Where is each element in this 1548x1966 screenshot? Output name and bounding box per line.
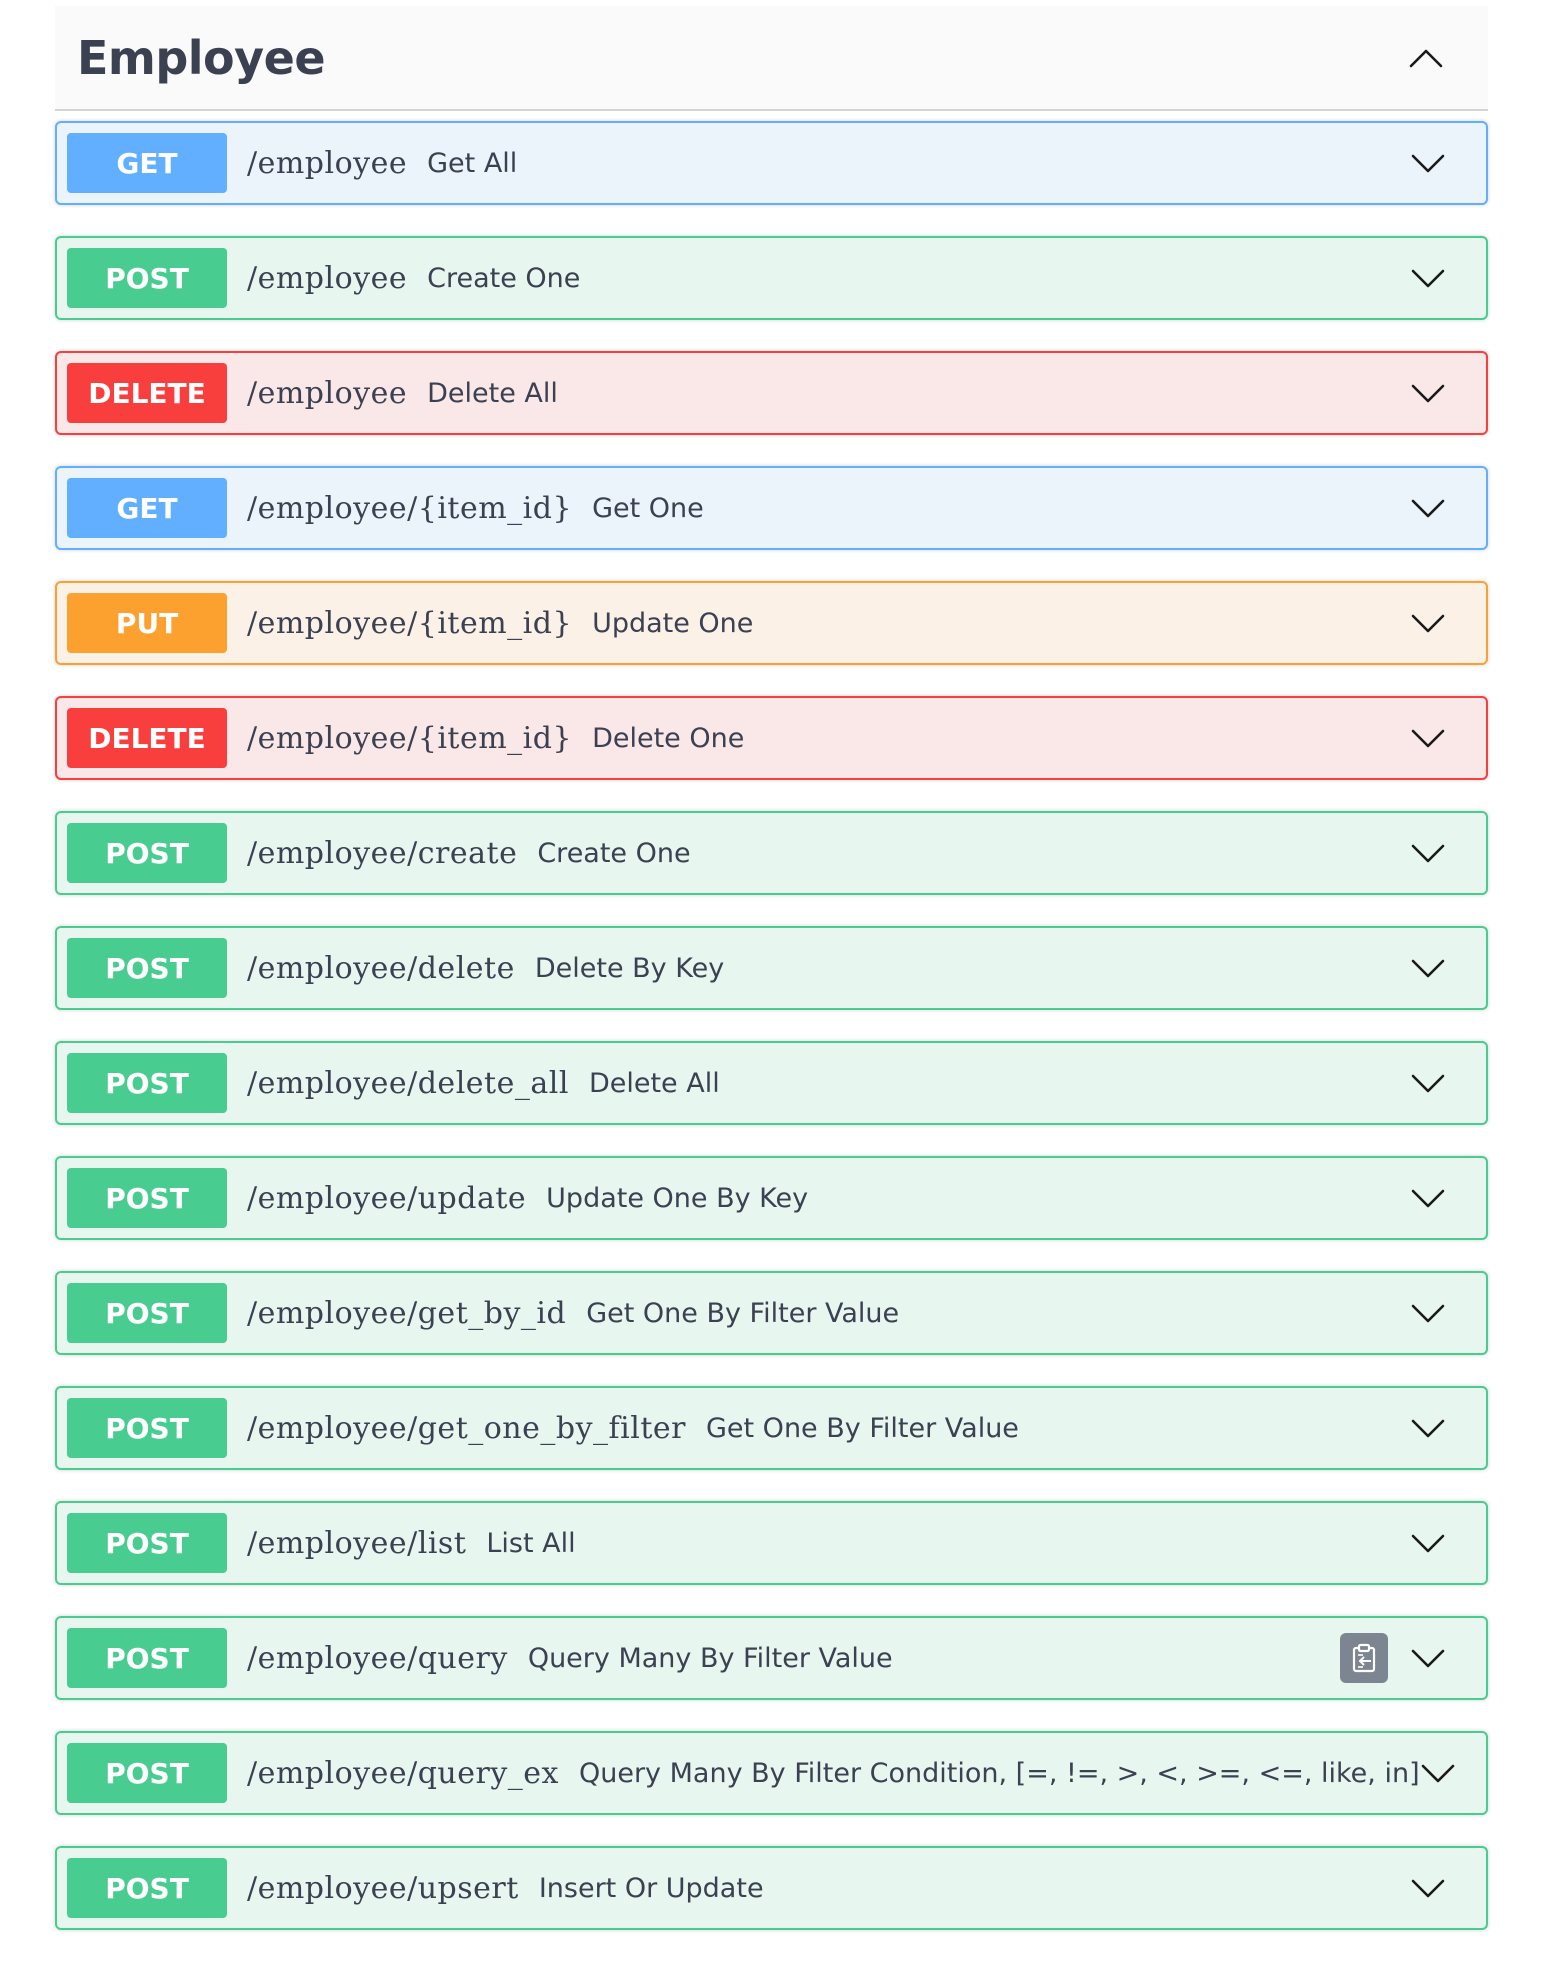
method-badge: POST: [67, 1513, 227, 1573]
method-badge: POST: [67, 1628, 227, 1688]
operation-summary: Get One By Filter Value: [586, 1297, 900, 1329]
operation-row[interactable]: POST /employee Create One: [55, 236, 1488, 320]
chevron-down-icon[interactable]: [1410, 1186, 1446, 1210]
operation-path: /employee/delete: [247, 950, 515, 986]
operation-summary: Create One: [427, 262, 581, 294]
operation-path: /employee/get_by_id: [247, 1295, 567, 1331]
operation-path: /employee/{item_id}: [247, 720, 573, 756]
chevron-down-icon[interactable]: [1420, 1761, 1456, 1785]
operation-summary: Update One: [592, 607, 754, 639]
operation-summary: Delete All: [427, 377, 558, 409]
method-badge: POST: [67, 1743, 227, 1803]
operation-row[interactable]: GET /employee/{item_id} Get One: [55, 466, 1488, 550]
operation-row[interactable]: POST /employee/delete Delete By Key: [55, 926, 1488, 1010]
operation-row[interactable]: POST /employee/create Create One: [55, 811, 1488, 895]
operation-row[interactable]: POST /employee/query_ex Query Many By Fi…: [55, 1731, 1488, 1815]
method-badge: POST: [67, 938, 227, 998]
section-header[interactable]: Employee: [55, 6, 1488, 111]
chevron-down-icon[interactable]: [1410, 1876, 1446, 1900]
method-badge: POST: [67, 1053, 227, 1113]
chevron-down-icon[interactable]: [1410, 266, 1446, 290]
operation-row[interactable]: POST /employee/query Query Many By Filte…: [55, 1616, 1488, 1700]
chevron-down-icon[interactable]: [1410, 726, 1446, 750]
operation-summary: Get All: [427, 147, 518, 179]
operation-path: /employee: [247, 375, 408, 411]
method-badge: POST: [67, 1168, 227, 1228]
operation-row[interactable]: POST /employee/get_one_by_filter Get One…: [55, 1386, 1488, 1470]
operation-summary: Insert Or Update: [538, 1872, 764, 1904]
chevron-down-icon[interactable]: [1410, 956, 1446, 980]
chevron-down-icon[interactable]: [1410, 1301, 1446, 1325]
chevron-down-icon[interactable]: [1410, 611, 1446, 635]
method-badge: GET: [67, 133, 227, 193]
operation-path: /employee/update: [247, 1180, 527, 1216]
chevron-down-icon[interactable]: [1410, 496, 1446, 520]
operation-summary: List All: [486, 1527, 576, 1559]
chevron-down-icon[interactable]: [1410, 1646, 1446, 1670]
operation-row[interactable]: DELETE /employee Delete All: [55, 351, 1488, 435]
operation-path: /employee/upsert: [247, 1870, 519, 1906]
operation-row[interactable]: GET /employee Get All: [55, 121, 1488, 205]
operation-summary: Create One: [537, 837, 691, 869]
operation-path: /employee/get_one_by_filter: [247, 1410, 686, 1446]
method-badge: POST: [67, 823, 227, 883]
method-badge: POST: [67, 1283, 227, 1343]
operation-row[interactable]: POST /employee/update Update One By Key: [55, 1156, 1488, 1240]
operation-path: /employee/{item_id}: [247, 605, 573, 641]
operation-path: /employee/query_ex: [247, 1755, 559, 1791]
operation-summary: Query Many By Filter Value: [527, 1642, 893, 1674]
operation-row[interactable]: PUT /employee/{item_id} Update One: [55, 581, 1488, 665]
chevron-down-icon[interactable]: [1410, 841, 1446, 865]
method-badge: POST: [67, 1858, 227, 1918]
chevron-down-icon[interactable]: [1410, 1071, 1446, 1095]
operation-path: /employee/{item_id}: [247, 490, 573, 526]
chevron-up-icon[interactable]: [1408, 46, 1444, 70]
operation-path: /employee/create: [247, 835, 518, 871]
operation-path: /employee: [247, 260, 408, 296]
method-badge: GET: [67, 478, 227, 538]
operation-row[interactable]: POST /employee/upsert Insert Or Update: [55, 1846, 1488, 1930]
section-title: Employee: [77, 30, 326, 85]
operation-path: /employee/list: [247, 1525, 467, 1561]
operation-summary: Delete By Key: [534, 952, 725, 984]
copy-to-clipboard-button[interactable]: [1340, 1633, 1388, 1683]
operation-summary: Query Many By Filter Condition, [=, !=, …: [578, 1757, 1420, 1789]
method-badge: PUT: [67, 593, 227, 653]
clipboard-copy-icon: [1352, 1643, 1376, 1673]
operation-summary: Get One: [592, 492, 704, 524]
operation-row[interactable]: POST /employee/get_by_id Get One By Filt…: [55, 1271, 1488, 1355]
operation-path: /employee/delete_all: [247, 1065, 569, 1101]
operation-summary: Delete All: [588, 1067, 720, 1099]
method-badge: POST: [67, 248, 227, 308]
operation-summary: Get One By Filter Value: [705, 1412, 1019, 1444]
method-badge: DELETE: [67, 708, 227, 768]
chevron-down-icon[interactable]: [1410, 1416, 1446, 1440]
chevron-down-icon[interactable]: [1410, 381, 1446, 405]
tag-section-employee: Employee GET /employee Get All POST /emp…: [55, 6, 1488, 1961]
operation-path: /employee: [247, 145, 408, 181]
operations-list: GET /employee Get All POST /employee Cre…: [55, 121, 1488, 1930]
chevron-down-icon[interactable]: [1410, 151, 1446, 175]
operation-row[interactable]: POST /employee/delete_all Delete All: [55, 1041, 1488, 1125]
chevron-down-icon[interactable]: [1410, 1531, 1446, 1555]
method-badge: DELETE: [67, 363, 227, 423]
operation-path: /employee/query: [247, 1640, 508, 1676]
operation-row[interactable]: DELETE /employee/{item_id} Delete One: [55, 696, 1488, 780]
operation-summary: Delete One: [592, 722, 745, 754]
operation-row[interactable]: POST /employee/list List All: [55, 1501, 1488, 1585]
method-badge: POST: [67, 1398, 227, 1458]
operation-summary: Update One By Key: [546, 1182, 809, 1214]
